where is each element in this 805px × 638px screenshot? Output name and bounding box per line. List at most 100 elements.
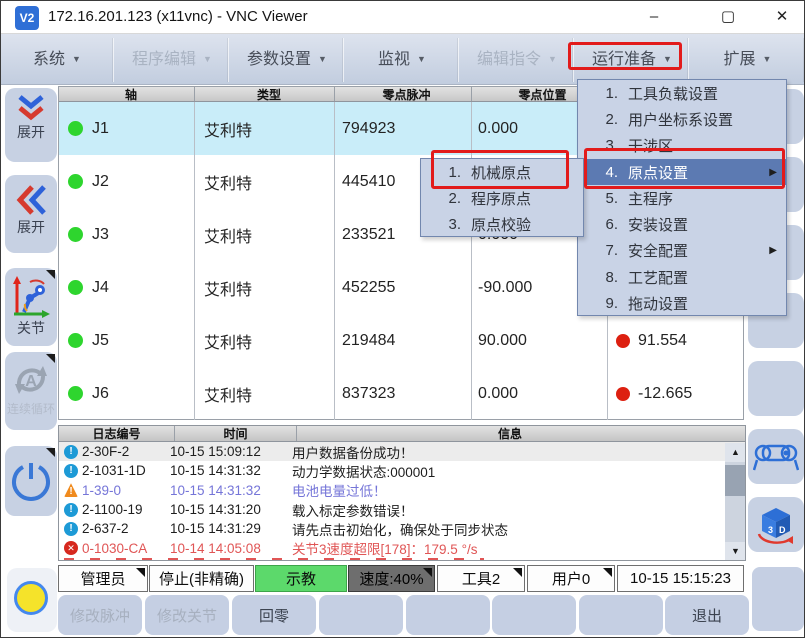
axis-type: 艾利特 bbox=[195, 367, 335, 420]
item-label: 主程序 bbox=[628, 188, 673, 209]
item-label: 工艺配置 bbox=[628, 267, 688, 288]
zero-pulse: 219484 bbox=[335, 314, 472, 367]
minimize-button[interactable]: – bbox=[631, 1, 677, 33]
log-row[interactable]: ! 2-1100-19 10-15 14:31:20 载入标定参数错误！ bbox=[59, 500, 745, 519]
exit-button[interactable]: 退出 bbox=[665, 595, 749, 635]
menu-item-install-settings[interactable]: 6.安装设置 bbox=[578, 211, 786, 237]
log-time: 10-15 14:31:32 bbox=[170, 483, 280, 498]
servo-indicator-button[interactable] bbox=[7, 568, 57, 632]
table-row[interactable]: J6 艾利特 837323 0.000 -12.665 bbox=[59, 367, 743, 420]
item-label: 程序原点 bbox=[471, 188, 531, 209]
gamepad-button[interactable] bbox=[748, 429, 804, 484]
submenu-item-origin-check[interactable]: 3.原点校验 bbox=[421, 212, 583, 238]
tool-badge[interactable]: 工具2 bbox=[437, 565, 525, 592]
bottom-right-button[interactable] bbox=[752, 567, 804, 631]
power-button[interactable] bbox=[5, 446, 57, 516]
modify-joint-button: 修改关节 bbox=[145, 595, 229, 635]
zero-pulse: 452255 bbox=[335, 261, 472, 314]
right-panel-button-5[interactable] bbox=[748, 361, 804, 416]
speed-badge[interactable]: 速度:40% bbox=[348, 565, 435, 592]
item-label: 拖动设置 bbox=[628, 293, 688, 314]
item-number: 5. bbox=[592, 190, 618, 207]
expand-down-button[interactable]: 展开 bbox=[5, 88, 57, 162]
axis-status-dot bbox=[68, 121, 83, 136]
continuous-cycle-label: 连续循环 bbox=[5, 400, 57, 417]
zero-position: 0.000 bbox=[472, 367, 608, 420]
menu-item-safety-config[interactable]: 7.安全配置▶ bbox=[578, 238, 786, 264]
log-id: 2-1031-1D bbox=[82, 463, 170, 478]
submenu-item-program-origin[interactable]: 2. 程序原点 bbox=[421, 185, 583, 211]
log-id: 2-1100-19 bbox=[82, 502, 170, 517]
close-button[interactable]: ✕ bbox=[759, 1, 805, 33]
log-id: 2-30F-2 bbox=[82, 444, 170, 459]
col-log-id: 日志编号 bbox=[59, 426, 175, 441]
log-row[interactable]: ! 1-39-0 10-15 14:31:32 电池电量过低！ bbox=[59, 481, 745, 500]
item-label: 安全配置 bbox=[628, 240, 688, 261]
menu-extension[interactable]: 扩展▼ bbox=[691, 38, 804, 82]
svg-text:3: 3 bbox=[768, 525, 773, 535]
log-header: 日志编号 时间 信息 bbox=[59, 426, 745, 442]
info-icon: ! bbox=[64, 503, 78, 517]
menu-item-tool-load[interactable]: 1.工具负载设置 bbox=[578, 80, 786, 106]
joint-robot-icon bbox=[10, 274, 52, 318]
3d-view-button[interactable]: 3 D bbox=[748, 497, 804, 552]
go-zero-button[interactable]: 回零 bbox=[232, 595, 316, 635]
axis-name: J5 bbox=[92, 332, 109, 350]
expand-label: 展开 bbox=[5, 217, 57, 237]
menu-item-main-program[interactable]: 5. 主程序 bbox=[578, 185, 786, 211]
double-chevron-down-icon bbox=[12, 94, 50, 122]
zero-position: 90.000 bbox=[472, 314, 608, 367]
table-row[interactable]: J5 艾利特 219484 90.000 91.554 bbox=[59, 314, 743, 367]
chevron-down-icon: ▼ bbox=[417, 54, 426, 64]
chevron-down-icon: ▼ bbox=[548, 54, 557, 64]
col-log-message: 信息 bbox=[297, 426, 723, 441]
axis-name: J2 bbox=[92, 173, 109, 191]
log-id: 0-1030-CA bbox=[82, 541, 170, 556]
menu-system[interactable]: 系统 ▼ bbox=[1, 38, 114, 82]
col-log-time: 时间 bbox=[175, 426, 297, 441]
log-row[interactable]: ! 2-30F-2 10-15 15:09:12 用户数据备份成功！ bbox=[59, 442, 745, 461]
warning-icon: ! bbox=[64, 483, 78, 497]
expand-left-button[interactable]: 展开 bbox=[5, 175, 57, 253]
menu-monitor[interactable]: 监视▼ bbox=[346, 38, 459, 82]
cycle-a-icon: A bbox=[11, 360, 51, 400]
menu-parameter-settings[interactable]: 参数设置 ▼ bbox=[231, 38, 344, 82]
axis-type: 艾利特 bbox=[195, 314, 335, 367]
menu-program-edit: 程序编辑▼ bbox=[116, 38, 229, 82]
menu-item-drag-settings[interactable]: 9.拖动设置 bbox=[578, 290, 786, 316]
axis-alert-dot bbox=[616, 387, 630, 401]
user-role-badge[interactable]: 管理员 bbox=[58, 565, 148, 592]
log-message: 动力学数据状态:000001 bbox=[292, 461, 435, 481]
menu-label: 编辑指令 bbox=[477, 51, 541, 68]
log-message: 载入标定参数错误！ bbox=[292, 500, 414, 520]
log-id: 1-39-0 bbox=[82, 483, 170, 498]
menu-item-process-config[interactable]: 8.工艺配置 bbox=[578, 264, 786, 290]
log-row[interactable]: ! 2-637-2 10-15 14:31:29 请先点击初始化，确保处于同步状… bbox=[59, 519, 745, 538]
item-number: 2. bbox=[439, 190, 461, 207]
log-row[interactable]: ! 2-1031-1D 10-15 14:31:32 动力学数据状态:00000… bbox=[59, 461, 745, 480]
joint-mode-button[interactable]: 关节 bbox=[5, 268, 57, 346]
menu-item-user-frame[interactable]: 2.用户坐标系设置 bbox=[578, 106, 786, 132]
col-zero-pulse: 零点脉冲 bbox=[335, 87, 472, 101]
log-row[interactable]: ✕ 0-1030-CA 10-14 14:05:08 关节3速度超限[178]：… bbox=[59, 538, 745, 557]
log-time: 10-14 14:05:08 bbox=[170, 541, 280, 556]
run-prep-dropdown: 1.工具负载设置 2.用户坐标系设置 3.干涉区 4.原点设置▶ 5.主程序 6… bbox=[577, 79, 787, 316]
scroll-thumb[interactable] bbox=[725, 465, 746, 496]
error-icon: ✕ bbox=[64, 541, 78, 555]
continuous-cycle-button: A 连续循环 bbox=[5, 352, 57, 430]
item-label: 原点校验 bbox=[471, 214, 531, 235]
log-scrollbar[interactable]: ▲ ▼ bbox=[725, 443, 746, 561]
chevron-down-icon: ▼ bbox=[72, 54, 81, 64]
modify-pulse-button: 修改脉冲 bbox=[58, 595, 142, 635]
maximize-button[interactable]: ▢ bbox=[705, 1, 751, 33]
menu-label: 程序编辑 bbox=[132, 51, 196, 68]
user-frame-badge[interactable]: 用户0 bbox=[527, 565, 615, 592]
axis-name: J4 bbox=[92, 279, 109, 297]
menu-label: 系统 bbox=[33, 51, 65, 68]
chevron-down-icon: ▼ bbox=[318, 54, 327, 64]
scroll-up-icon[interactable]: ▲ bbox=[725, 443, 746, 462]
scroll-down-icon[interactable]: ▼ bbox=[725, 542, 746, 561]
log-message: 用户数据备份成功！ bbox=[292, 442, 414, 462]
axis-status-dot bbox=[68, 333, 83, 348]
menu-label: 参数设置 bbox=[247, 51, 311, 68]
